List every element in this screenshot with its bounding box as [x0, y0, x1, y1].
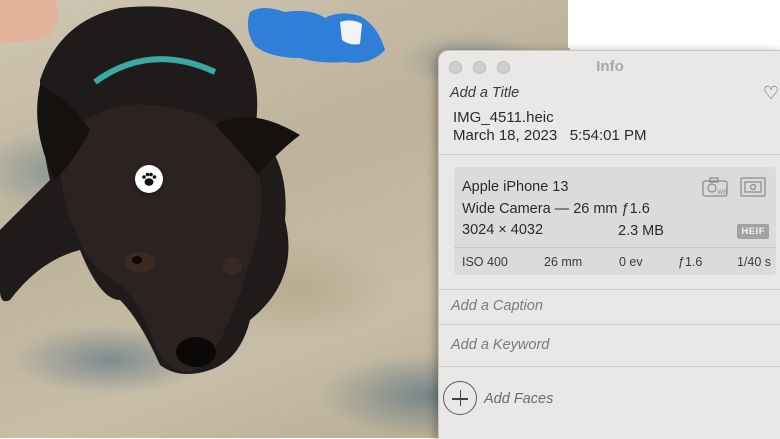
exif-aperture: ƒ1.6 — [678, 255, 703, 269]
exif-divider — [454, 247, 776, 248]
foot — [0, 0, 58, 43]
caption-field[interactable]: Add a Caption — [451, 298, 543, 314]
panel-title: Info — [596, 58, 624, 75]
white-balance-icon: WB — [702, 177, 728, 197]
title-field[interactable]: Add a Title — [450, 85, 519, 101]
desktop-background — [568, 0, 570, 48]
image-resolution: 3024 × 4032 — [462, 222, 544, 238]
info-panel: Info Add a Title ♡ IMG_4511.heic March 1… — [438, 50, 780, 439]
exif-exposure-bias: 0 ev — [619, 255, 643, 269]
divider — [439, 289, 780, 290]
divider — [439, 366, 780, 367]
format-badge: HEIF — [737, 224, 769, 239]
add-faces-label[interactable]: Add Faces — [484, 391, 553, 407]
capture-date: March 18, 2023 — [453, 127, 558, 144]
capture-time: 5:54:01 PM — [569, 127, 647, 144]
paw-icon — [142, 172, 157, 186]
divider — [439, 154, 780, 155]
keyword-field[interactable]: Add a Keyword — [451, 337, 549, 353]
titlebar: Info — [439, 51, 780, 83]
blue-plush-toy — [247, 8, 385, 63]
add-faces-button[interactable] — [443, 381, 477, 415]
camera-info-box: Apple iPhone 13 Wide Camera — 26 mm ƒ1.6… — [454, 167, 776, 275]
exif-shutter: 1/40 s — [737, 255, 772, 269]
file-size: 2.3 MB — [618, 223, 664, 239]
camera-lens: Wide Camera — 26 mm ƒ1.6 — [462, 201, 650, 217]
metering-icon — [740, 177, 766, 197]
filename: IMG_4511.heic — [453, 109, 554, 126]
dog-eye-right — [222, 257, 242, 275]
camera-model: Apple iPhone 13 — [462, 179, 569, 195]
exif-focal-length: 26 mm — [544, 255, 583, 269]
paw-badge[interactable] — [135, 165, 163, 193]
capture-datetime: March 18, 2023 5:54:01 PM — [453, 127, 646, 144]
heart-icon[interactable]: ♡ — [763, 83, 779, 104]
svg-text:WB: WB — [717, 189, 727, 196]
dog-nose — [176, 337, 216, 367]
exif-iso: ISO 400 — [462, 255, 508, 269]
divider — [439, 324, 780, 325]
